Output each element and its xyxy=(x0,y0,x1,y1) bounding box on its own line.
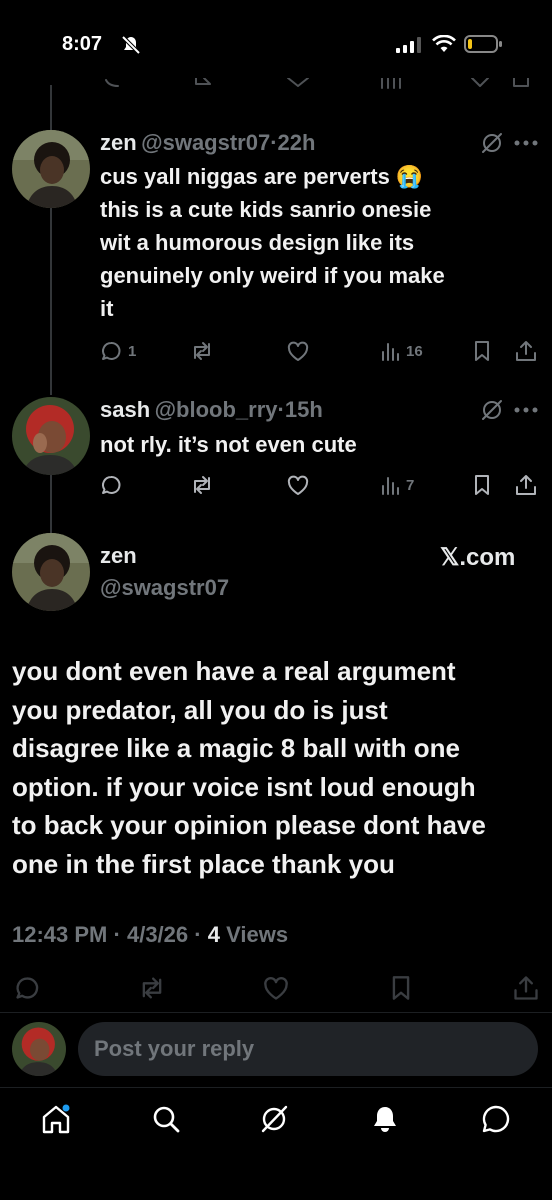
previous-tweet-actions xyxy=(100,78,540,96)
author-handle[interactable]: @swagstr07 xyxy=(141,130,270,155)
like-icon[interactable] xyxy=(286,474,310,496)
avatar[interactable] xyxy=(12,130,90,208)
views-button[interactable]: 7 xyxy=(380,474,414,496)
home-icon[interactable] xyxy=(40,1104,72,1134)
text-line: one in the first place thank you xyxy=(12,848,395,879)
main-post-text: you dont even have a real argument you p… xyxy=(12,652,542,883)
battery-icon xyxy=(464,34,504,54)
author-handle[interactable]: @swagstr07 xyxy=(100,575,229,601)
grok-icon[interactable] xyxy=(480,398,504,422)
wifi-icon xyxy=(432,35,456,53)
author-name[interactable]: zen xyxy=(100,543,137,569)
reply-count: 1 xyxy=(128,342,137,360)
watermark: 𝕏.com xyxy=(440,544,516,571)
text-line: this is a cute kids sanrio onesie xyxy=(100,197,432,222)
reply-icon[interactable] xyxy=(100,474,122,496)
like-icon[interactable] xyxy=(262,975,290,1001)
avatar[interactable] xyxy=(12,397,90,475)
post-time[interactable]: 12:43 PM xyxy=(12,922,107,947)
search-icon[interactable] xyxy=(150,1104,182,1134)
post-text: not rly. it’s not even cute xyxy=(100,432,357,457)
author-name[interactable]: sash xyxy=(100,397,150,422)
text-line: it xyxy=(100,296,114,321)
share-icon[interactable] xyxy=(514,474,538,496)
post-meta: 12:43 PM · 4/3/26 · 4 Views xyxy=(12,922,288,948)
separator: · xyxy=(194,922,202,947)
thread-line xyxy=(50,208,52,395)
more-icon[interactable] xyxy=(514,407,538,413)
more-icon[interactable] xyxy=(514,140,538,146)
views-count: 4 xyxy=(207,922,220,947)
thread-line xyxy=(50,475,52,533)
views-count: 16 xyxy=(406,342,423,360)
grok-icon[interactable] xyxy=(258,1104,290,1134)
repost-icon[interactable] xyxy=(190,340,214,362)
share-icon[interactable] xyxy=(512,975,540,1001)
bookmark-icon[interactable] xyxy=(389,975,413,1001)
post-text: cus yall niggas are perverts 😭 this is a… xyxy=(100,160,540,325)
reply-placeholder: Post your reply xyxy=(94,1036,255,1061)
separator: · xyxy=(113,922,121,947)
text-line: you dont even have a real argument xyxy=(12,656,456,686)
text-line: cus yall niggas are perverts 😭 xyxy=(100,164,424,189)
cellular-signal-icon xyxy=(396,37,422,53)
text-line: option. if your voice isnt loud enough xyxy=(12,771,476,802)
post-time[interactable]: 15h xyxy=(285,397,323,422)
repost-icon[interactable] xyxy=(190,474,214,496)
reply-input[interactable]: Post your reply xyxy=(78,1022,538,1076)
views-button[interactable]: 16 xyxy=(380,340,423,362)
grok-icon[interactable] xyxy=(480,131,504,155)
reply-divider xyxy=(0,1012,552,1013)
like-icon[interactable] xyxy=(286,340,310,362)
bookmark-icon[interactable] xyxy=(472,474,492,496)
author-name[interactable]: zen xyxy=(100,130,137,155)
text-line: you predator, all you do is just xyxy=(12,694,388,725)
repost-icon[interactable] xyxy=(138,975,166,1001)
text-line: disagree like a magic 8 ball with one xyxy=(12,733,460,763)
thread-line xyxy=(50,85,52,130)
avatar[interactable] xyxy=(12,533,90,611)
text-line: wit a humorous design like its xyxy=(100,230,415,255)
views-label: Views xyxy=(226,922,289,947)
avatar xyxy=(12,1022,66,1076)
reply-icon[interactable] xyxy=(14,975,40,1001)
text-line: to back your opinion please dont have xyxy=(12,810,486,840)
bookmark-icon[interactable] xyxy=(472,340,492,362)
separator: · xyxy=(270,130,278,155)
notifications-icon[interactable] xyxy=(370,1104,400,1134)
views-count: 7 xyxy=(406,476,415,494)
share-icon[interactable] xyxy=(514,340,538,362)
post-time[interactable]: 22h xyxy=(278,130,316,155)
silent-mode-icon xyxy=(120,34,142,56)
reply-button[interactable]: 1 xyxy=(100,340,136,362)
author-handle[interactable]: @bloob_rry xyxy=(155,397,278,422)
separator: · xyxy=(277,397,285,422)
messages-icon[interactable] xyxy=(480,1104,512,1134)
status-time: 8:07 xyxy=(62,33,103,55)
text-line: genuinely only weird if you make xyxy=(100,263,445,288)
bottom-nav-divider xyxy=(0,1087,552,1088)
post-date[interactable]: 4/3/26 xyxy=(127,922,188,947)
